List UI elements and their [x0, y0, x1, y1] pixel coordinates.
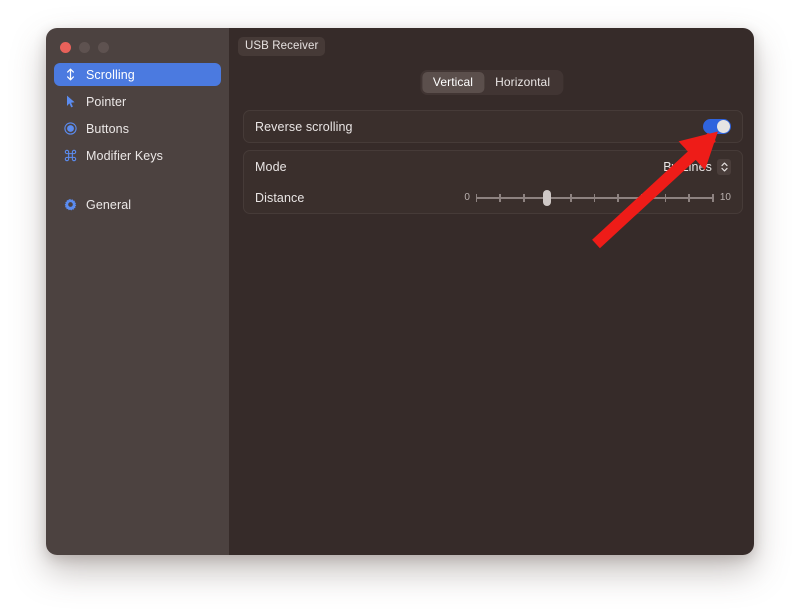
reverse-scrolling-label: Reverse scrolling	[255, 119, 353, 134]
sidebar-item-modifier-keys[interactable]: Modifier Keys	[54, 144, 221, 167]
slider-tick	[570, 193, 572, 202]
reverse-scrolling-toggle[interactable]	[703, 119, 731, 134]
row-reverse-scrolling: Reverse scrolling	[244, 111, 742, 142]
sidebar-item-pointer[interactable]: Pointer	[54, 90, 221, 113]
cursor-arrow-icon	[62, 94, 79, 109]
sidebar: Scrolling Pointer Buttons Modifier Keys …	[46, 28, 229, 555]
close-button[interactable]	[60, 42, 71, 53]
sidebar-item-label: Modifier Keys	[86, 148, 164, 163]
sidebar-item-label: General	[86, 197, 132, 212]
up-down-arrow-icon	[62, 67, 79, 82]
mode-label: Mode	[255, 159, 287, 174]
row-distance: Distance 0 10	[244, 182, 742, 213]
sidebar-item-scrolling[interactable]: Scrolling	[54, 63, 221, 86]
sidebar-item-label: Scrolling	[86, 67, 135, 82]
distance-label: Distance	[255, 190, 305, 205]
screenshot-root: Scrolling Pointer Buttons Modifier Keys …	[0, 0, 800, 615]
segment-vertical[interactable]: Vertical	[421, 72, 485, 93]
radio-circle-icon	[62, 121, 79, 136]
distance-slider[interactable]	[475, 189, 714, 206]
sidebar-item-buttons[interactable]: Buttons	[54, 117, 221, 140]
app-window: Scrolling Pointer Buttons Modifier Keys …	[46, 28, 754, 555]
sidebar-nav: Scrolling Pointer Buttons Modifier Keys …	[46, 63, 229, 216]
distance-min-label: 0	[464, 192, 470, 203]
sidebar-item-general[interactable]: General	[54, 193, 221, 216]
slider-tick	[523, 193, 525, 202]
window-controls	[46, 28, 229, 54]
slider-tick	[664, 193, 667, 202]
reverse-scrolling-group: Reverse scrolling	[243, 110, 743, 143]
chevron-updown-icon[interactable]	[717, 158, 731, 175]
slider-tick	[593, 193, 596, 202]
row-mode: Mode By Lines	[244, 151, 742, 182]
distance-max-label: 10	[719, 192, 731, 203]
gear-icon	[62, 197, 79, 212]
minimize-button[interactable]	[79, 42, 90, 53]
sidebar-item-label: Buttons	[86, 121, 130, 136]
slider-tick	[641, 193, 643, 202]
slider-tick	[499, 193, 501, 202]
command-key-icon	[62, 148, 79, 163]
distance-slider-wrap: 0 10	[464, 189, 731, 206]
slider-tick	[617, 193, 619, 202]
slider-tick	[475, 193, 478, 202]
toggle-knob	[717, 120, 730, 133]
mode-value: By Lines	[663, 159, 712, 174]
scroll-axis-segmented-control: Vertical Horizontal	[419, 70, 564, 95]
slider-tick	[712, 193, 714, 202]
sidebar-item-label: Pointer	[86, 94, 127, 109]
reverse-scrolling-control	[703, 119, 731, 134]
maximize-button[interactable]	[98, 42, 109, 53]
slider-tick	[688, 193, 690, 202]
scroll-settings-group: Mode By Lines Distance 0 10	[243, 150, 743, 214]
device-tab-usb-receiver[interactable]: USB Receiver	[238, 37, 326, 56]
segment-horizontal[interactable]: Horizontal	[484, 72, 561, 93]
main-pane: USB Receiver Vertical Horizontal Reverse…	[229, 28, 754, 555]
mode-popup-button[interactable]: By Lines	[663, 158, 731, 175]
slider-knob[interactable]	[543, 189, 552, 206]
